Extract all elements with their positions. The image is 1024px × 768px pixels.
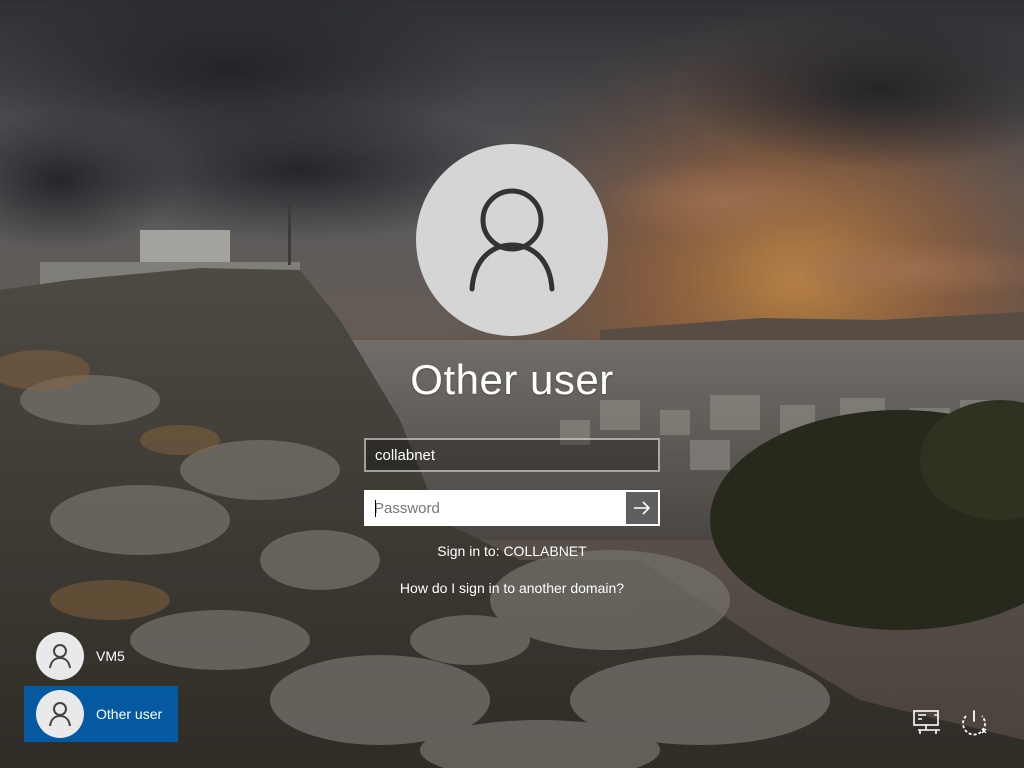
network-icon bbox=[913, 710, 940, 734]
submit-button[interactable] bbox=[626, 492, 658, 524]
network-button[interactable] bbox=[910, 705, 946, 741]
password-field-container bbox=[364, 490, 660, 526]
power-button[interactable] bbox=[956, 705, 992, 741]
lock-screen: Other user Sign in to: COLLABNET How do … bbox=[0, 0, 1024, 768]
user-tile-label: Other user bbox=[96, 706, 163, 722]
other-domain-link[interactable]: How do I sign in to another domain? bbox=[312, 580, 712, 596]
user-icon bbox=[469, 188, 555, 292]
user-display-name: Other user bbox=[410, 356, 614, 403]
arrow-right-icon bbox=[634, 501, 651, 515]
tile-avatar bbox=[36, 690, 84, 738]
user-list: VM5 Other user bbox=[24, 630, 184, 742]
power-icon bbox=[962, 710, 987, 736]
password-field[interactable] bbox=[366, 492, 626, 524]
user-icon bbox=[49, 644, 71, 669]
user-icon bbox=[49, 702, 71, 727]
user-tile-vm5[interactable]: VM5 bbox=[24, 630, 184, 682]
user-tile-other-user[interactable]: Other user bbox=[24, 686, 178, 742]
user-avatar bbox=[416, 144, 608, 336]
sign-in-domain-text: Sign in to: COLLABNET bbox=[437, 543, 587, 559]
username-field[interactable] bbox=[364, 438, 660, 472]
tile-avatar bbox=[36, 632, 84, 680]
text-caret bbox=[375, 500, 376, 517]
user-tile-label: VM5 bbox=[96, 648, 125, 664]
